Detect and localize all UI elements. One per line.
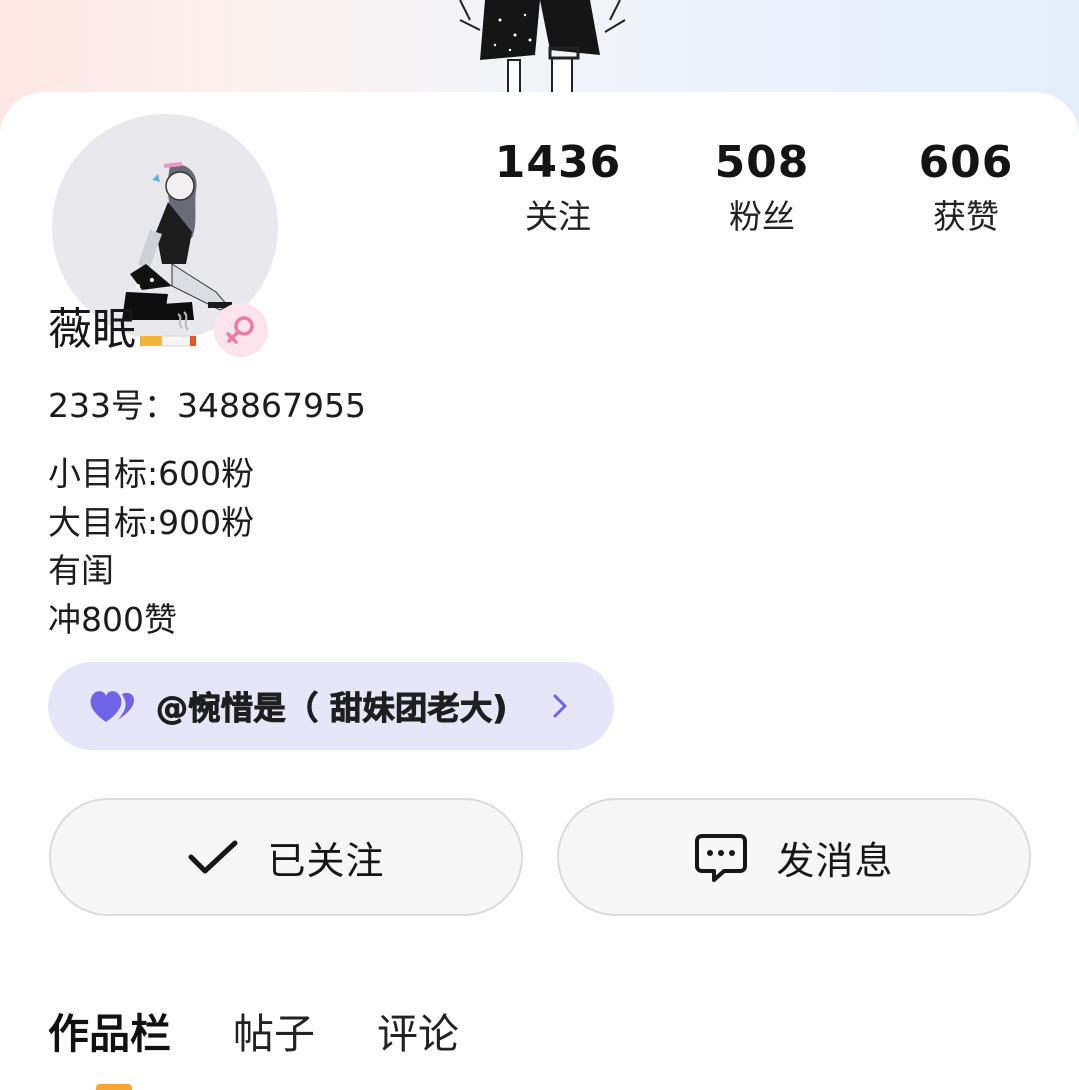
relation-text: @惋惜是（ 甜妹团老大) (156, 689, 508, 728)
following-count: 1436 (494, 137, 622, 188)
stat-likes[interactable]: 606 获赞 (876, 137, 1056, 237)
bio-line: 小目标:600粉 (48, 454, 255, 493)
relation-pill[interactable]: @惋惜是（ 甜妹团老大) (48, 662, 614, 750)
message-button[interactable]: 发消息 (557, 798, 1031, 916)
bio-line: 大目标:900粉 (48, 502, 255, 542)
name-row: 薇眠 (48, 300, 268, 360)
hearts-icon (90, 691, 134, 722)
message-button-label: 发消息 (776, 838, 894, 883)
tab-comments[interactable]: 评论 (377, 1005, 459, 1063)
gender-badge (214, 303, 268, 357)
followers-count: 508 (714, 137, 810, 188)
username: 薇眠 (48, 304, 136, 355)
bio: 小目标:600粉 大目标:900粉 有闺 冲800赞 (48, 450, 254, 644)
bio-line: 冲800赞 (48, 599, 177, 639)
banner-figure-illustration (459, 0, 626, 100)
followers-label: 粉丝 (729, 197, 795, 236)
stat-following[interactable]: 1436 关注 (468, 137, 648, 237)
profile-page: 1436 关注 508 粉丝 606 获赞 薇眠 233号：348867955 (0, 0, 1079, 1090)
cigarette-icon (140, 311, 196, 347)
bio-line: 有闺 (48, 551, 114, 590)
following-label: 关注 (525, 197, 591, 236)
likes-count: 606 (918, 137, 1014, 188)
chevron-right-icon (553, 694, 567, 718)
profile-tabs: 作品栏 帖子 评论 (48, 1004, 521, 1064)
check-icon (188, 840, 238, 874)
stat-followers[interactable]: 508 粉丝 (672, 137, 852, 237)
following-button-label: 已关注 (267, 838, 385, 883)
chat-bubble-icon (695, 834, 748, 882)
tab-posts[interactable]: 帖子 (233, 1005, 315, 1063)
female-symbol-icon (226, 316, 254, 344)
user-id: 233号：348867955 (48, 386, 366, 425)
likes-label: 获赞 (933, 197, 999, 236)
content-peek (96, 1084, 132, 1090)
tab-works[interactable]: 作品栏 (48, 1005, 171, 1063)
following-button[interactable]: 已关注 (49, 798, 523, 916)
